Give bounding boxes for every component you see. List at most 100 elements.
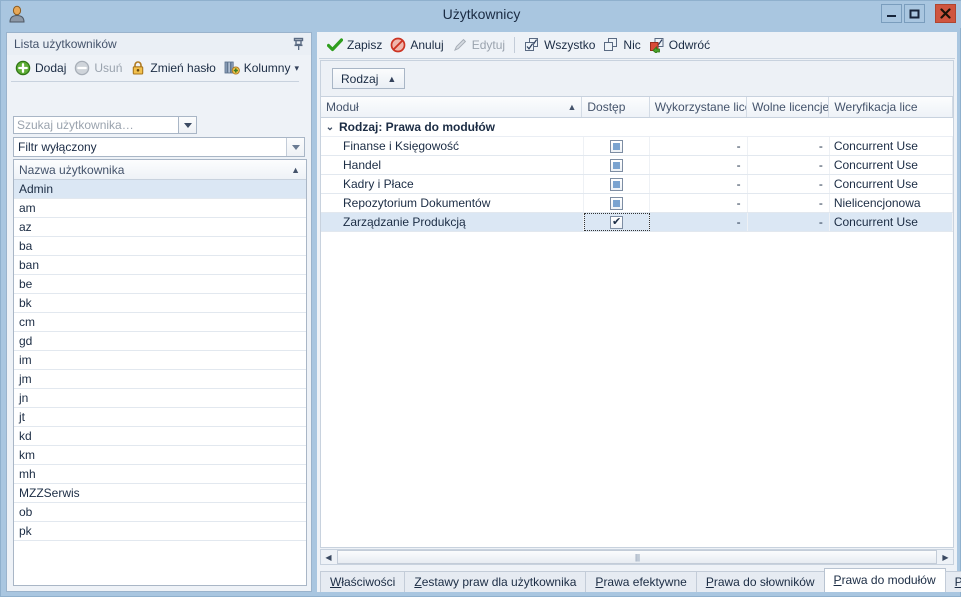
columns-button[interactable]: Kolumny ▾ — [220, 57, 303, 79]
column-header-wolne-licencje[interactable]: Wolne licencje — [747, 97, 830, 117]
user-list-item-label: ob — [19, 505, 33, 519]
table-row[interactable]: Repozytorium Dokumentów - - Nielicencjonowa — [321, 194, 953, 213]
user-list-item-label: Admin — [19, 182, 54, 196]
group-by-panel[interactable]: Rodzaj ▲ — [320, 60, 954, 96]
check-green-icon — [326, 37, 344, 53]
checkbox-indeterminate-icon[interactable] — [610, 139, 624, 153]
title-bar[interactable]: Użytkownicy — [1, 1, 961, 28]
user-list-item[interactable]: ob — [14, 503, 306, 522]
search-input[interactable] — [13, 116, 179, 134]
edit-button[interactable]: Edytuj — [448, 34, 509, 56]
access-checkbox-cell[interactable]: ✔ — [583, 213, 651, 231]
scroll-right-button[interactable]: ▶ — [938, 550, 953, 564]
horizontal-scrollbar[interactable]: ◀ |||| ▶ — [320, 549, 954, 565]
group-row[interactable]: ⌄ Rodzaj: Prawa do modułów — [321, 118, 953, 137]
column-header-weryfikacja-licencji[interactable]: Weryfikacja lice — [829, 97, 953, 117]
delete-user-label: Usuń — [94, 61, 123, 75]
add-user-button[interactable]: Dodaj — [11, 57, 70, 79]
cell-modul: Zarządzanie Produkcją — [321, 213, 584, 231]
access-checkbox-cell[interactable] — [584, 175, 651, 193]
user-list-item[interactable]: pk — [14, 522, 306, 541]
tab-w-a-ciwo-ci[interactable]: Właściwości — [320, 571, 406, 592]
indeterminate-square-icon — [613, 161, 621, 169]
plus-circle-icon — [15, 60, 31, 76]
minimize-button[interactable] — [881, 4, 902, 23]
checkbox-indeterminate-icon[interactable] — [610, 158, 624, 172]
checkbox-indeterminate-icon[interactable] — [610, 196, 624, 210]
user-list-item-label: ban — [19, 258, 40, 272]
table-row[interactable]: Handel - - Concurrent Use — [321, 156, 953, 175]
group-row-label: Rodzaj: Prawa do modułów — [339, 120, 496, 134]
scrollbar-thumb[interactable]: |||| — [337, 550, 937, 564]
tab-prawa-efektywne[interactable]: Prawa efektywne — [585, 571, 697, 592]
change-password-button[interactable]: Zmień hasło — [126, 57, 219, 79]
user-list-panel: Lista użytkowników Dodaj Usuń Zmień hasł… — [6, 32, 312, 592]
tab-mnemonic: P — [705, 575, 714, 589]
window-title: Użytkownicy — [442, 6, 521, 22]
tab-label: rawa efektywne — [603, 575, 687, 589]
user-list-item[interactable]: am — [14, 199, 306, 218]
column-header-dostep[interactable]: Dostęp — [582, 97, 650, 117]
invert-selection-button[interactable]: Odwróć — [645, 34, 714, 56]
user-list-item[interactable]: jn — [14, 389, 306, 408]
save-button[interactable]: Zapisz — [323, 34, 386, 56]
select-all-button[interactable]: Wszystko — [520, 34, 599, 56]
cell-modul: Handel — [321, 156, 584, 174]
user-list-item[interactable]: az — [14, 218, 306, 237]
indeterminate-square-icon — [613, 142, 621, 150]
tab-prawa-do[interactable]: Prawa do — [944, 571, 961, 592]
scroll-left-button[interactable]: ◀ — [321, 550, 336, 564]
search-row — [13, 116, 197, 134]
user-list-item-label: km — [19, 448, 35, 462]
tab-prawa-do-s-ownik-w[interactable]: Prawa do słowników — [695, 571, 825, 592]
tab-mnemonic: W — [330, 575, 342, 589]
user-list-item[interactable]: jt — [14, 408, 306, 427]
user-list-item[interactable]: gd — [14, 332, 306, 351]
checkbox-checked-icon[interactable]: ✔ — [610, 215, 624, 229]
user-list-item[interactable]: cm — [14, 313, 306, 332]
column-header-modul[interactable]: Moduł ▲ — [321, 97, 583, 117]
user-list-item[interactable]: ban — [14, 256, 306, 275]
access-checkbox-cell[interactable] — [584, 194, 651, 212]
user-list-item[interactable]: ba — [14, 237, 306, 256]
user-list-item[interactable]: im — [14, 351, 306, 370]
user-list-item[interactable]: bk — [14, 294, 306, 313]
cancel-button[interactable]: Anuluj — [386, 34, 447, 56]
select-none-button[interactable]: Nic — [599, 34, 644, 56]
cell-weryfikacja-licencji: Concurrent Use — [830, 213, 953, 231]
user-list-item-label: cm — [19, 315, 35, 329]
modules-table-body: Finanse i Księgowość - - Concurrent Use Hand… — [321, 137, 953, 232]
user-list-item-label: jt — [19, 410, 25, 424]
user-list-item[interactable]: mh — [14, 465, 306, 484]
columns-icon — [224, 60, 240, 76]
checkbox-indeterminate-icon[interactable] — [610, 177, 624, 191]
cell-wykorzystane-licencje: - — [650, 194, 748, 212]
search-dropdown-button[interactable] — [179, 116, 197, 134]
pin-icon[interactable] — [292, 37, 305, 51]
edit-label: Edytuj — [471, 38, 506, 52]
close-button[interactable] — [935, 4, 956, 23]
user-list-item[interactable]: jm — [14, 370, 306, 389]
delete-user-button[interactable]: Usuń — [70, 57, 126, 79]
column-header-wykorzystane-licencje[interactable]: Wykorzystane lice… — [650, 97, 748, 117]
table-row[interactable]: Kadry i Płace - - Concurrent Use — [321, 175, 953, 194]
access-checkbox-cell[interactable] — [584, 156, 651, 174]
user-list-item[interactable]: be — [14, 275, 306, 294]
access-checkbox-cell[interactable] — [584, 137, 651, 155]
cell-wykorzystane-licencje: - — [650, 156, 748, 174]
filter-combobox[interactable]: Filtr wyłączony — [13, 137, 305, 157]
tab-zestawy-praw-dla-u-ytkownika[interactable]: Zestawy praw dla użytkownika — [404, 571, 587, 592]
table-row[interactable]: Zarządzanie Produkcją ✔ - - Concurrent Use — [321, 213, 953, 232]
user-grid: Nazwa użytkownika ▲ Admin am az ba ban be bk cm… — [13, 159, 307, 586]
user-list-item[interactable]: Admin — [14, 180, 306, 199]
user-list-item[interactable]: kd — [14, 427, 306, 446]
filter-dropdown-button[interactable] — [286, 138, 304, 156]
user-list-item[interactable]: km — [14, 446, 306, 465]
tab-prawa-do-modu-w[interactable]: Prawa do modułów — [823, 568, 946, 592]
user-grid-header[interactable]: Nazwa użytkownika ▲ — [14, 160, 306, 180]
chevron-down-icon[interactable]: ⌄ — [321, 122, 339, 133]
group-by-chip-rodzaj[interactable]: Rodzaj ▲ — [332, 68, 406, 89]
user-list-item[interactable]: MZZSerwis — [14, 484, 306, 503]
table-row[interactable]: Finanse i Księgowość - - Concurrent Use — [321, 137, 953, 156]
maximize-button[interactable] — [904, 4, 925, 23]
